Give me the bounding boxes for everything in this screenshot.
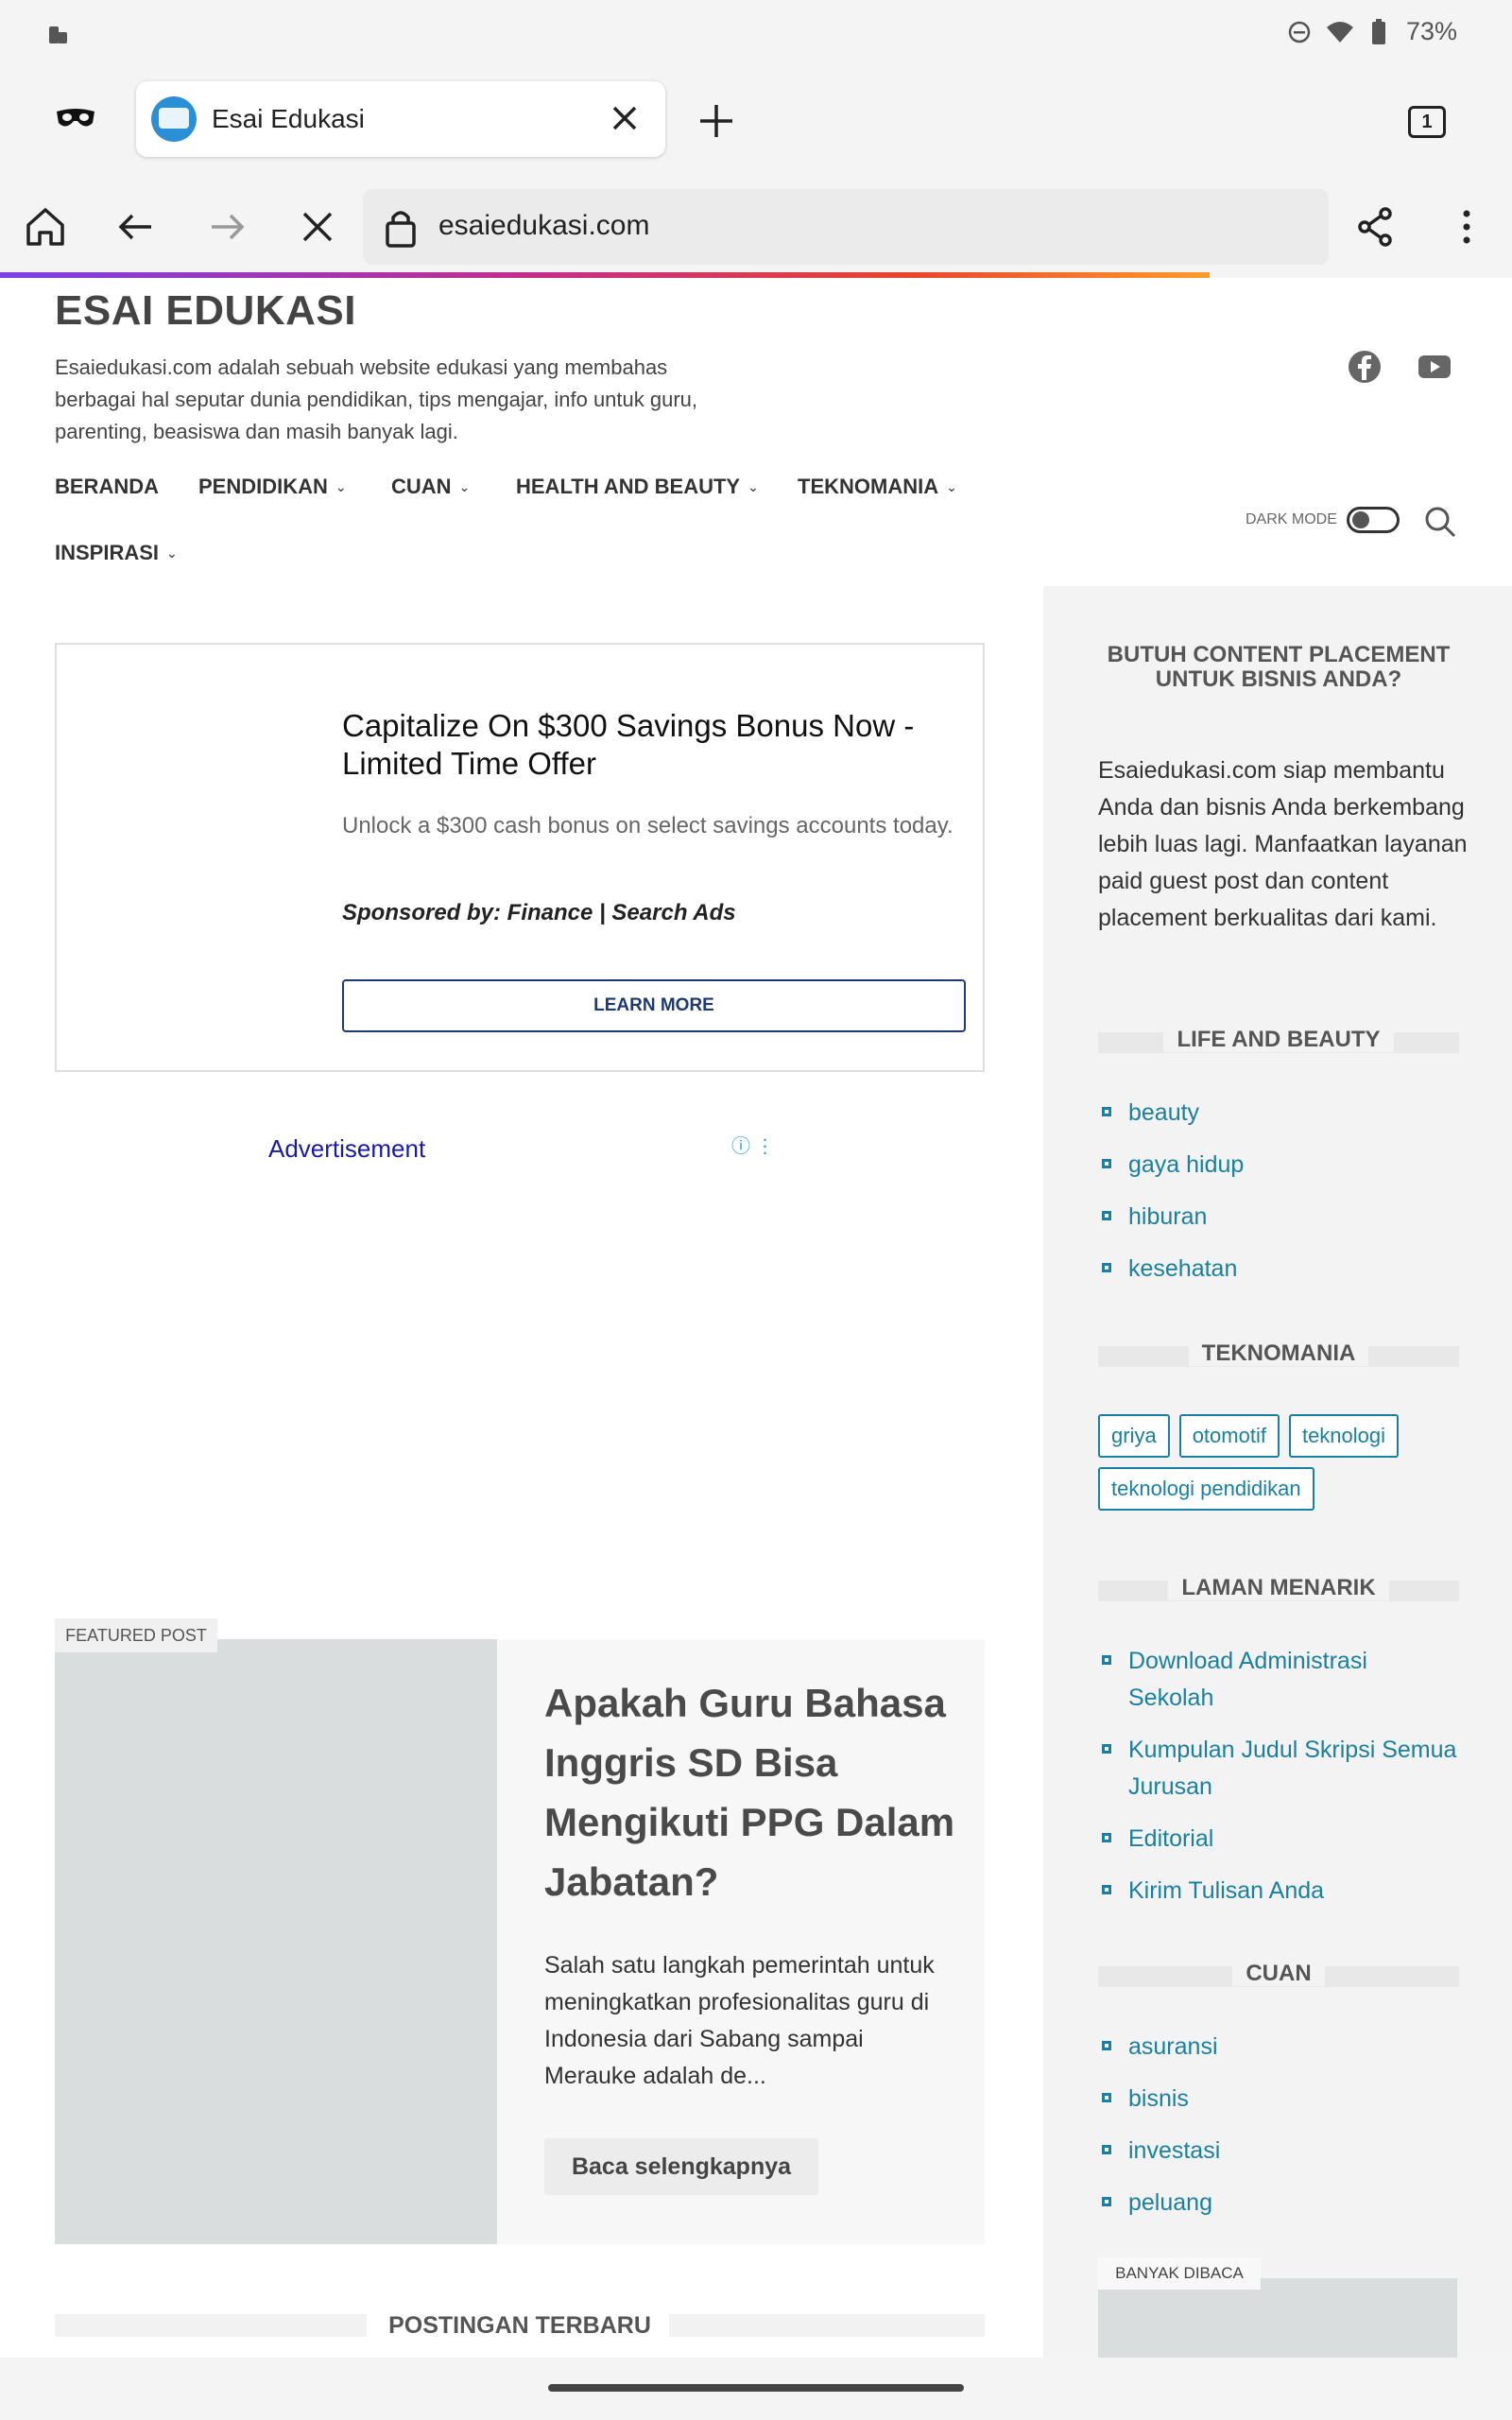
list-item[interactable]: investasi [1098,2133,1220,2169]
facebook-icon[interactable] [1346,348,1383,386]
featured-post-image[interactable] [55,1639,497,2244]
nav-label: CUAN [391,475,452,498]
list-item[interactable]: hiburan [1098,1199,1244,1236]
battery-icon [1371,18,1385,44]
ad-unit[interactable]: Capitalize On $300 Savings Bonus Now - L… [55,643,985,1072]
tag-item[interactable]: teknologi [1288,1414,1400,1458]
nav-label: INSPIRASI [55,541,160,564]
stop-loading-icon[interactable] [295,204,340,250]
nav-inspirasi[interactable]: INSPIRASI ⌄ [55,541,178,565]
url-text[interactable]: esaiedukasi.com [438,210,649,242]
browser-tab[interactable]: Esai Edukasi [136,81,665,157]
dark-mode-label: DARK MODE [1246,511,1337,527]
dark-mode-toggle[interactable]: DARK MODE [1246,507,1400,533]
list-item[interactable]: asuransi [1098,2029,1220,2066]
list-item[interactable]: Kumpulan Judul Skripsi Semua Jurusan [1098,1732,1457,1806]
dnd-icon [1288,21,1311,43]
adchoices-icon[interactable]: ⓘ ⋮ [731,1131,775,1158]
site-description: Esaiedukasi.com adalah sebuah website ed… [55,355,698,443]
chevron-down-icon: ⌄ [458,478,471,494]
laman-heading: LAMAN MENARIK [1098,1575,1459,1601]
list-item[interactable]: Editorial [1098,1821,1457,1858]
site-title[interactable]: ESAI EDUKASI [55,287,356,335]
list-item[interactable]: peluang [1098,2185,1220,2221]
tekno-heading: TEKNOMANIA [1098,1340,1459,1367]
promo-heading-text: BUTUH CONTENT PLACEMENT UNTUK BISNIS AND… [1107,642,1451,692]
nav-health-and-beauty[interactable]: HEALTH AND BEAUTY ⌄ [516,475,759,499]
list-item[interactable]: beauty [1098,1095,1244,1132]
featured-post-badge: FEATURED POST [55,1618,217,1652]
status-bar: 73% [0,0,1512,68]
featured-post-excerpt: Salah satu langkah pemerintah untuk meni… [544,1952,935,2089]
status-icons: 73% [1287,17,1457,46]
gesture-handle[interactable] [548,2384,964,2392]
ad-subtext: Unlock a $300 cash bonus on select savin… [342,813,954,838]
laman-list: Download Administrasi Sekolah Kumpulan J… [1098,1643,1457,1910]
life-heading: LIFE AND BEAUTY [1098,1027,1459,1053]
tekno-heading-text: TEKNOMANIA [1188,1340,1369,1366]
address-bar[interactable]: esaiedukasi.com [363,189,1329,265]
list-item[interactable]: Download Administrasi Sekolah [1098,1643,1457,1717]
tag-item[interactable]: griya [1098,1414,1170,1458]
toggle-switch[interactable] [1346,507,1400,533]
wifi-icon [1326,21,1353,43]
featured-post-card[interactable]: Apakah Guru Bahasa Inggris SD Bisa Mengi… [55,1639,985,2244]
ad-sponsor: Sponsored by: Finance | Search Ads [342,900,736,925]
close-tab-icon[interactable] [609,102,641,134]
share-icon[interactable] [1353,204,1399,250]
recent-posts-heading: POSTINGAN TERBARU [55,2312,985,2350]
nav-teknomania[interactable]: TEKNOMANIA ⌄ [798,475,957,499]
chevron-down-icon: ⌄ [335,478,347,494]
nav-beranda[interactable]: BERANDA [55,475,159,499]
tag-item[interactable]: otomotif [1178,1414,1280,1458]
life-list: beauty gaya hidup hiburan kesehatan [1098,1095,1244,1288]
chevron-down-icon: ⌄ [946,478,957,494]
recent-posts-title: POSTINGAN TERBARU [388,2312,651,2339]
home-icon[interactable] [23,204,68,250]
cuan-list: asuransi bisnis investasi peluang [1098,2029,1220,2221]
menu-kebab-icon[interactable] [1444,204,1489,250]
cuan-heading-text: CUAN [1232,1961,1325,1986]
page-load-progress [0,272,1210,278]
nav-label: TEKNOMANIA [798,475,939,498]
lock-icon[interactable] [384,206,418,248]
tab-title: Esai Edukasi [212,104,365,133]
nav-pendidikan[interactable]: PENDIDIKAN ⌄ [198,475,347,499]
nav-label: BERANDA [55,475,159,498]
advertisement-label: Advertisement [268,1134,426,1163]
list-item[interactable]: bisnis [1098,2081,1220,2118]
promo-heading: BUTUH CONTENT PLACEMENT UNTUK BISNIS AND… [1098,643,1459,692]
battery-percent: 73% [1405,17,1457,45]
most-read-badge: BANYAK DIBACA [1098,2257,1261,2290]
learn-more-button[interactable]: LEARN MORE [342,979,966,1032]
list-item[interactable]: Kirim Tulisan Anda [1098,1873,1457,1910]
forward-icon[interactable] [204,204,249,250]
laman-heading-text: LAMAN MENARIK [1168,1575,1389,1600]
most-read-image[interactable] [1098,2278,1457,2358]
search-icon[interactable] [1423,505,1457,539]
work-profile-icon [49,26,67,43]
site-favicon [151,96,197,142]
back-icon[interactable] [113,204,159,250]
nav-label: PENDIDIKAN [198,475,328,498]
nav-cuan[interactable]: CUAN ⌄ [391,475,470,499]
nav-label: HEALTH AND BEAUTY [516,475,741,498]
list-item[interactable]: gaya hidup [1098,1147,1244,1184]
chevron-down-icon: ⌄ [747,478,759,494]
tab-count-button[interactable]: 1 [1408,106,1446,138]
private-mode-icon[interactable] [55,106,96,130]
youtube-icon[interactable] [1416,348,1453,386]
featured-post-title[interactable]: Apakah Guru Bahasa Inggris SD Bisa Mengi… [544,1673,960,1911]
life-heading-text: LIFE AND BEAUTY [1163,1027,1394,1052]
sidebar: BUTUH CONTENT PLACEMENT UNTUK BISNIS AND… [1043,586,1512,2358]
list-item[interactable]: kesehatan [1098,1251,1244,1288]
tag-cloud: griya otomotif teknologi teknologi pendi… [1098,1414,1476,1511]
cuan-heading: CUAN [1098,1961,1459,1987]
promo-text: Esaiedukasi.com siap membantu Anda dan b… [1098,757,1468,931]
chevron-down-icon: ⌄ [166,544,178,561]
read-more-button[interactable]: Baca selengkapnya [544,2138,818,2195]
ad-headline[interactable]: Capitalize On $300 Savings Bonus Now - L… [342,707,947,783]
new-tab-icon[interactable] [697,102,735,140]
tag-item[interactable]: teknologi pendidikan [1098,1467,1314,1511]
